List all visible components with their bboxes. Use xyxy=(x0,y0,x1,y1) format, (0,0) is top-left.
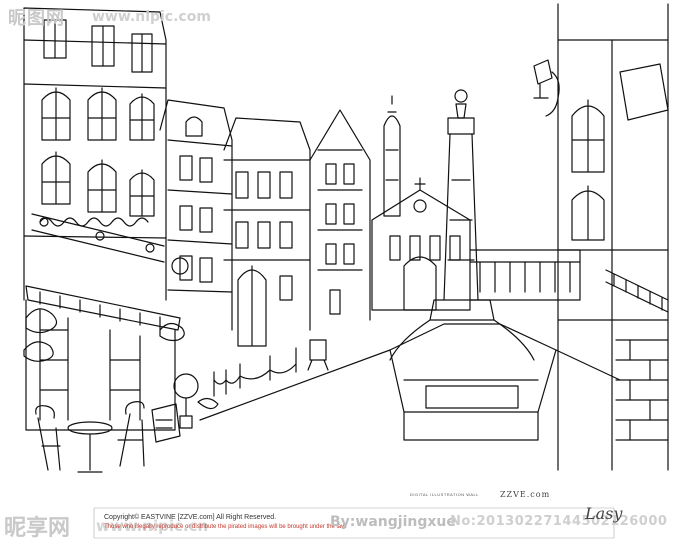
middle-buildings xyxy=(159,99,371,347)
piracy-warning-line: Those who illegally reproduce or distrib… xyxy=(104,524,347,530)
copyright-line: Copyright© EASTVINE [ZZVE.com] All Right… xyxy=(104,514,277,521)
watermark-image-id: No:20130227144502126000 xyxy=(450,514,668,529)
distant-arcade xyxy=(469,249,581,301)
menu-board-and-plants xyxy=(151,339,329,443)
left-building xyxy=(23,7,189,431)
watermark-top-logo: 昵图网 xyxy=(8,8,65,29)
artist-signature: Lasy xyxy=(585,504,623,523)
plaza-ground xyxy=(199,349,621,421)
right-building xyxy=(557,3,669,471)
street-scene-illustration xyxy=(23,3,669,539)
cafe-furniture xyxy=(35,401,145,473)
wall-lantern xyxy=(533,59,560,117)
watermark-author: By:wangjingxue xyxy=(330,514,456,530)
brand-subtitle: DIGITAL ILLUSTRATION WALL xyxy=(410,492,479,497)
watermark-top-url: www.nipic.com xyxy=(92,9,211,25)
left-building-windows xyxy=(41,19,155,217)
fountain xyxy=(389,89,557,441)
watermark-bottom-logo: 昵享网 xyxy=(4,516,71,541)
church xyxy=(371,95,471,311)
brand-mark: ZZVE.com xyxy=(500,490,551,499)
